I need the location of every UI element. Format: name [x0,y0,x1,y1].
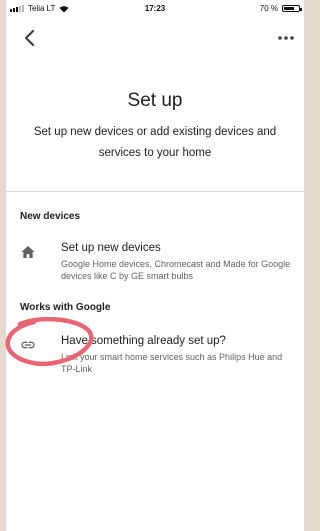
page-title: Set up [127,90,183,111]
set-up-new-devices-item[interactable]: Set up new devices Google Home devices, … [6,242,304,282]
item-description: Link your smart home services such as Ph… [61,352,283,374]
link-existing-service-item[interactable]: Have something already set up? Link your… [6,335,304,375]
link-icon [21,341,35,349]
battery-icon [282,5,302,12]
item-description: Google Home devices, Chromecast and Made… [61,259,291,281]
battery-fill [284,7,294,10]
more-horizontal-icon[interactable] [274,26,298,50]
section-label-works-with-google: Works with Google [20,302,111,313]
phone-screen: Telia LT 17:23 70 % Set up Set up new de… [6,0,304,531]
chevron-left-icon[interactable] [18,26,42,50]
home-icon [21,246,35,258]
battery-percent: 70 % [259,4,278,13]
page-subtitle: Set up new devices or add existing devic… [33,126,277,159]
divider [6,191,304,192]
top-app-bar [6,18,304,54]
status-bar: Telia LT 17:23 70 % [6,0,304,18]
item-title: Set up new devices [61,242,161,254]
item-title: Have something already set up? [61,335,226,347]
status-right: 70 % [259,4,302,13]
page-header: Set up Set up new devices or add existin… [6,54,304,164]
section-label-new-devices: New devices [20,211,81,222]
